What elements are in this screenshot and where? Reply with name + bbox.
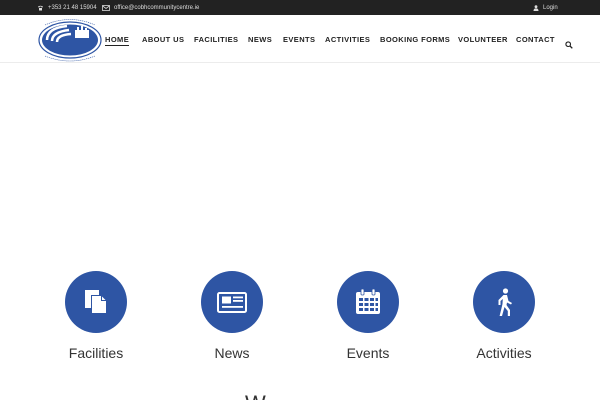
search-icon [565,41,573,49]
feature-label: Activities [476,345,532,361]
feature-icon-circle [65,271,127,333]
envelope-icon [102,4,110,11]
phone-contact[interactable]: +353 21 48 15904 [37,0,97,15]
nav-item-about-us[interactable]: ABOUT US [142,35,184,44]
site-logo[interactable] [37,16,103,62]
documents-icon [85,290,107,314]
top-bar: +353 21 48 15904 office@cobhcommunitycen… [0,0,600,15]
section-heading-cropped-glyphs: W [245,393,365,400]
nav-item-volunteer[interactable]: VOLUNTEER [458,35,508,44]
nav-item-facilities[interactable]: FACILITIES [194,35,238,44]
nav-item-contact[interactable]: CONTACT [516,35,555,44]
email-contact[interactable]: office@cobhcommunitycentre.ie [102,0,199,15]
nav-item-events[interactable]: EVENTS [283,35,315,44]
nav-item-booking-forms[interactable]: BOOKING FORMS [380,35,450,44]
calendar-icon [356,288,380,314]
hero-area [0,63,600,263]
newspaper-icon [217,292,247,313]
feature-events[interactable]: Events [308,271,428,366]
site-header: HOME ABOUT US FACILITIES NEWS EVENTS ACT… [0,15,600,63]
main-navigation: HOME ABOUT US FACILITIES NEWS EVENTS ACT… [105,15,600,63]
feature-label: Events [346,345,390,361]
feature-icon-circle [201,271,263,333]
feature-news[interactable]: News [172,271,292,366]
feature-icon-circle [473,271,535,333]
nav-item-activities[interactable]: ACTIVITIES [325,35,370,44]
nav-item-news[interactable]: NEWS [248,35,272,44]
email-address: office@cobhcommunitycentre.ie [114,4,200,11]
login-link[interactable]: Login [533,0,558,15]
section-heading-cropped: W [245,393,365,400]
walking-person-icon [498,288,512,316]
feature-activities[interactable]: Activities [444,271,564,366]
feature-label: Facilities [68,345,124,361]
nav-item-home[interactable]: HOME [105,35,130,46]
feature-facilities[interactable]: Facilities [36,271,156,366]
login-label: Login [543,4,558,11]
feature-label: News [214,345,250,361]
feature-icon-circle [337,271,399,333]
phone-number: +353 21 48 15904 [48,4,97,11]
user-icon [533,4,539,11]
community-centre-logo [38,19,102,62]
search-button[interactable] [565,36,573,49]
phone-icon [38,5,43,10]
